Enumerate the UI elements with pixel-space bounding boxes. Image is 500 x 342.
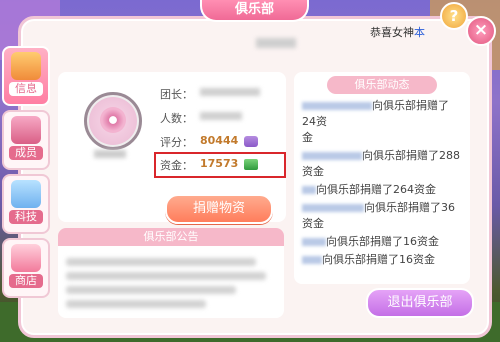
club-emblem-name-redacted xyxy=(94,150,126,158)
notice-title: 俱乐部公告 xyxy=(58,228,284,246)
notice-body xyxy=(58,246,284,318)
side-tabs: 信息 成员 科技 商店 xyxy=(2,46,50,302)
flower-icon xyxy=(100,107,126,133)
feed-entry: 向俱乐部捐赠了288 资金 xyxy=(302,148,462,180)
members-label: 人数： xyxy=(160,112,193,125)
feed-entry-line2: 资金 xyxy=(302,165,324,178)
feed-entry: 向俱乐部捐赠了36 资金 xyxy=(302,200,462,232)
feed-entry-line1: 向俱乐部捐赠了36 xyxy=(364,201,455,214)
rocket-icon xyxy=(11,180,41,208)
tab-label: 科技 xyxy=(9,210,43,224)
member-name-redacted xyxy=(302,204,364,212)
feed-entry-line2: 金 xyxy=(302,131,313,144)
tab-label: 成员 xyxy=(9,146,43,160)
quit-club-button[interactable]: 退出俱乐部 xyxy=(366,288,474,318)
tab-label: 商店 xyxy=(9,274,43,288)
help-button[interactable]: ? xyxy=(440,2,468,30)
donate-button[interactable]: 捐赠物资 xyxy=(165,194,273,224)
announcement-banner: 恭喜女神本 xyxy=(370,24,425,40)
feed-entry: 向俱乐部捐赠了24资金 xyxy=(302,98,462,146)
score-label: 评分： xyxy=(160,136,193,149)
tab-label: 信息 xyxy=(9,82,43,96)
leader-label: 团长： xyxy=(160,88,193,101)
tab-info[interactable]: 信息 xyxy=(2,46,50,106)
members-count-redacted xyxy=(200,112,242,120)
tab-shop[interactable]: 商店 xyxy=(2,238,50,298)
member-name-redacted xyxy=(302,238,326,246)
close-button[interactable]: × xyxy=(466,16,496,46)
feed-entry: 向俱乐部捐赠了264资金 xyxy=(302,182,462,198)
member-name-redacted xyxy=(302,186,316,194)
book-icon xyxy=(11,52,41,80)
tab-tech[interactable]: 科技 xyxy=(2,174,50,234)
shop-icon xyxy=(11,244,41,272)
feed-entry: 向俱乐部捐赠了16资金 xyxy=(302,234,462,250)
feed-entry-line1: 向俱乐部捐赠了16资金 xyxy=(322,253,435,266)
feed-entry-line2: 资金 xyxy=(302,217,324,230)
leader-row: 团长： xyxy=(160,86,260,102)
feed-entry-line1: 向俱乐部捐赠了288 xyxy=(362,149,460,162)
member-icon xyxy=(11,116,41,144)
tab-members[interactable]: 成员 xyxy=(2,110,50,170)
club-emblem xyxy=(84,92,142,150)
score-row: 评分： 80444 xyxy=(160,134,259,150)
announcement-text: 恭喜女神 xyxy=(370,26,414,39)
gem-icon xyxy=(244,135,259,147)
members-row: 人数： xyxy=(160,110,242,126)
club-activity-feed: 俱乐部动态 向俱乐部捐赠了24资金 向俱乐部捐赠了288 资金 向俱乐部捐赠了26… xyxy=(294,72,470,284)
notice-line-redacted xyxy=(66,286,236,294)
dialog-title: 俱乐部 xyxy=(200,0,309,22)
club-name-redacted xyxy=(256,38,296,48)
announcement-highlight: 本 xyxy=(414,26,425,39)
feed-title: 俱乐部动态 xyxy=(327,76,437,94)
feed-entry-line1: 向俱乐部捐赠了264资金 xyxy=(316,183,436,196)
feed-entry-line1: 向俱乐部捐赠了16资金 xyxy=(326,235,439,248)
feed-entry: 向俱乐部捐赠了16资金 xyxy=(302,252,462,268)
feed-list: 向俱乐部捐赠了24资金 向俱乐部捐赠了288 资金 向俱乐部捐赠了264资金 向俱… xyxy=(294,94,470,274)
score-value: 80444 xyxy=(200,134,239,147)
notice-line-redacted xyxy=(66,272,266,280)
club-notice: 俱乐部公告 xyxy=(58,228,284,318)
notice-line-redacted xyxy=(66,258,256,266)
notice-line-redacted xyxy=(66,300,206,308)
member-name-redacted xyxy=(302,152,362,160)
member-name-redacted xyxy=(302,256,322,264)
leader-name-redacted xyxy=(200,88,260,96)
member-name-redacted xyxy=(302,102,372,110)
funds-highlight-box xyxy=(154,152,286,178)
